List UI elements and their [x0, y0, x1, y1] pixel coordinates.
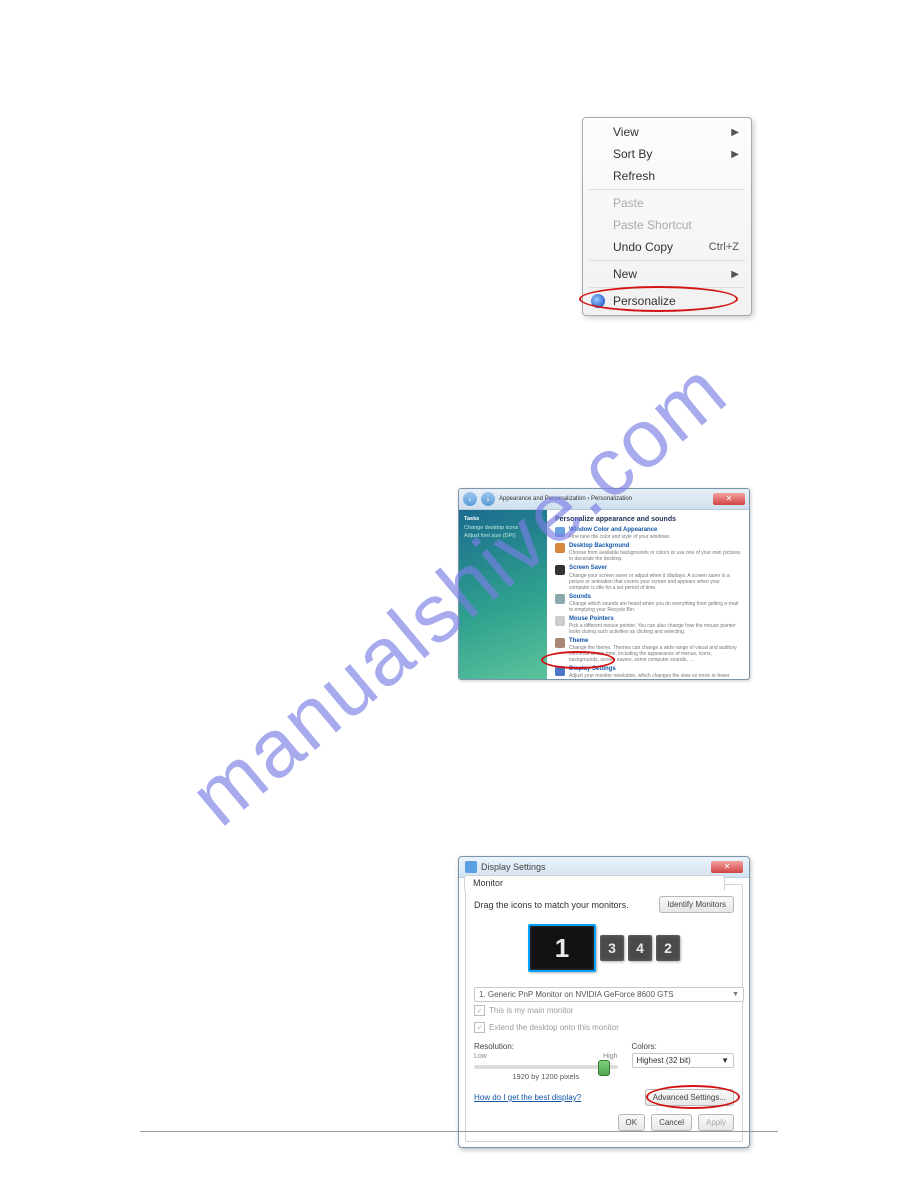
menu-item-label: Paste [613, 196, 644, 210]
colors-dropdown[interactable]: Highest (32 bit) ▼ [632, 1053, 735, 1068]
checkbox-main-monitor: ✓ This is my main monitor [474, 1005, 734, 1016]
apply-button: Apply [698, 1114, 734, 1131]
entry-desc: Adjust your monitor resolution, which ch… [569, 673, 741, 680]
close-icon[interactable] [711, 861, 743, 873]
menu-item-label: Sort By [613, 147, 652, 161]
resolution-slider[interactable] [474, 1065, 618, 1069]
slider-knob[interactable] [598, 1060, 610, 1076]
monitor-box-3[interactable]: 3 [600, 935, 624, 961]
menu-item-label: Undo Copy [613, 240, 673, 254]
personalize-entry[interactable]: SoundsChange which sounds are heard when… [555, 594, 741, 613]
menu-item-undo-copy[interactable]: Undo Copy Ctrl+Z [585, 236, 749, 258]
dropdown-value: Highest (32 bit) [637, 1056, 691, 1065]
dropdown-value: 1. Generic PnP Monitor on NVIDIA GeForce… [479, 990, 674, 999]
entry-icon [555, 594, 565, 604]
ok-button[interactable]: OK [618, 1114, 646, 1131]
monitor-arrangement-area[interactable]: 1 3 4 2 [504, 919, 704, 977]
entry-desc: Pick a different mouse pointer. You can … [569, 623, 741, 635]
menu-item-label: New [613, 267, 637, 281]
breadcrumb[interactable]: Appearance and Personalization › Persona… [499, 496, 632, 502]
tab-monitor[interactable]: Monitor [464, 875, 725, 891]
menu-item-label: Paste Shortcut [613, 218, 692, 232]
footer-rule [140, 1131, 778, 1132]
window-titlebar: ‹ › Appearance and Personalization › Per… [459, 489, 749, 510]
monitor-box-2[interactable]: 2 [656, 935, 680, 961]
drag-instruction-text: Drag the icons to match your monitors. [474, 900, 629, 910]
menu-item-shortcut: Ctrl+Z [709, 241, 739, 253]
menu-item-paste-shortcut: Paste Shortcut [585, 214, 749, 236]
sidebar: Tasks Change desktop icons Adjust font s… [459, 510, 547, 680]
menu-item-view[interactable]: View ▶ [585, 121, 749, 143]
entry-title: Theme [569, 638, 741, 645]
personalize-entry[interactable]: Screen SaverChange your screen saver or … [555, 565, 741, 590]
entry-desc: Fine tune the color and style of your wi… [569, 534, 670, 540]
submenu-arrow-icon: ▶ [731, 149, 739, 160]
checkbox-icon: ✓ [474, 1022, 485, 1033]
window-title: Display Settings [481, 862, 546, 872]
menu-item-sort-by[interactable]: Sort By ▶ [585, 143, 749, 165]
menu-item-label: Personalize [613, 294, 676, 308]
checkbox-label: This is my main monitor [489, 1006, 573, 1015]
monitor-select-dropdown[interactable]: 1. Generic PnP Monitor on NVIDIA GeForce… [474, 987, 744, 1002]
chevron-down-icon: ▼ [732, 991, 739, 998]
menu-item-paste: Paste [585, 192, 749, 214]
resolution-value: 1920 by 1200 pixels [474, 1072, 618, 1081]
close-icon[interactable] [713, 493, 745, 505]
entry-icon [555, 527, 565, 537]
entry-desc: Change which sounds are heard when you d… [569, 601, 741, 613]
entry-icon [555, 616, 565, 626]
submenu-arrow-icon: ▶ [731, 269, 739, 280]
resolution-label: Resolution: [474, 1042, 618, 1051]
help-link[interactable]: How do I get the best display? [474, 1093, 581, 1102]
annotation-circle [541, 651, 615, 669]
slider-min-label: Low [474, 1053, 487, 1060]
menu-item-personalize[interactable]: Personalize [585, 290, 749, 312]
nav-back-icon[interactable]: ‹ [463, 492, 477, 506]
slider-max-label: High [603, 1053, 617, 1060]
desktop-context-menu: View ▶ Sort By ▶ Refresh Paste Paste Sho… [582, 117, 752, 316]
entry-desc: Choose from available backgrounds or col… [569, 550, 741, 562]
menu-item-refresh[interactable]: Refresh [585, 165, 749, 187]
personalization-window: ‹ › Appearance and Personalization › Per… [458, 488, 750, 680]
personalize-entry[interactable]: Window Color and AppearanceFine tune the… [555, 527, 741, 540]
advanced-settings-button[interactable]: Advanced Settings... [645, 1089, 734, 1106]
menu-item-new[interactable]: New ▶ [585, 263, 749, 285]
menu-separator [589, 260, 745, 261]
sidebar-link[interactable]: Change desktop icons [464, 525, 542, 531]
entry-title: Desktop Background [569, 543, 741, 550]
identify-monitors-button[interactable]: Identify Monitors [659, 896, 734, 913]
entry-title: Mouse Pointers [569, 616, 741, 623]
submenu-arrow-icon: ▶ [731, 127, 739, 138]
page-title: Personalize appearance and sounds [555, 516, 741, 523]
monitor-icon [465, 861, 477, 873]
monitor-box-4[interactable]: 4 [628, 935, 652, 961]
cancel-button[interactable]: Cancel [651, 1114, 692, 1131]
colors-label: Colors: [632, 1042, 735, 1051]
menu-item-label: Refresh [613, 169, 655, 183]
sidebar-header: Tasks [464, 516, 542, 522]
display-settings-dialog: Display Settings Monitor Drag the icons … [458, 856, 750, 1148]
entry-title: Window Color and Appearance [569, 527, 670, 534]
personalize-entry[interactable]: Mouse PointersPick a different mouse poi… [555, 616, 741, 635]
entry-icon [555, 638, 565, 648]
entry-icon [555, 543, 565, 553]
entry-icon [555, 565, 565, 575]
entry-title: Screen Saver [569, 565, 741, 572]
menu-item-label: View [613, 125, 639, 139]
personalize-icon [591, 294, 605, 308]
menu-separator [589, 189, 745, 190]
nav-forward-icon[interactable]: › [481, 492, 495, 506]
sidebar-link[interactable]: Adjust font size (DPI) [464, 533, 542, 539]
chevron-down-icon: ▼ [721, 1056, 729, 1065]
monitor-box-1[interactable]: 1 [528, 924, 596, 972]
entry-desc: Change your screen saver or adjust when … [569, 573, 741, 591]
menu-separator [589, 287, 745, 288]
checkbox-extend-desktop: ✓ Extend the desktop onto this monitor [474, 1022, 734, 1033]
personalize-entry[interactable]: Desktop BackgroundChoose from available … [555, 543, 741, 562]
entry-title: Sounds [569, 594, 741, 601]
checkbox-icon: ✓ [474, 1005, 485, 1016]
checkbox-label: Extend the desktop onto this monitor [489, 1023, 619, 1032]
